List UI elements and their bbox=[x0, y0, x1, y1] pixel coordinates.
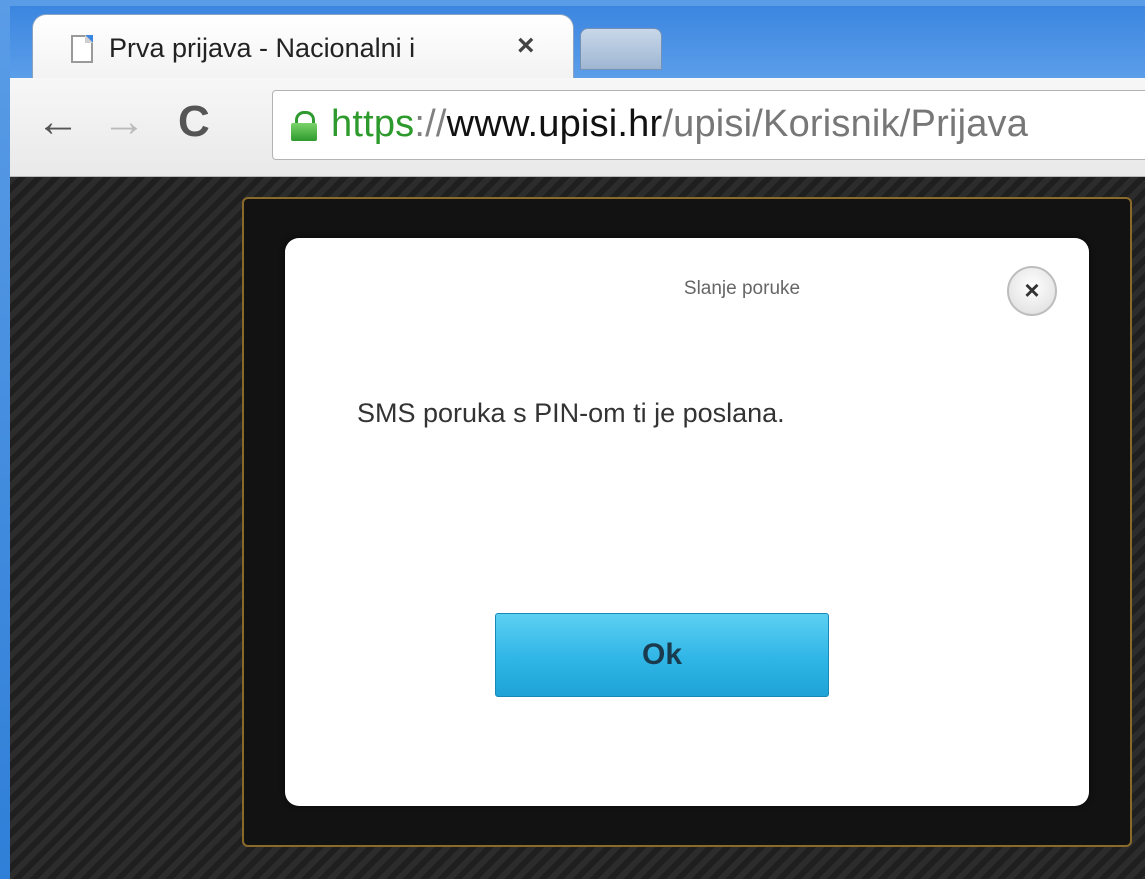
message-dialog: Slanje poruke × SMS poruka s PIN-om ti j… bbox=[285, 238, 1089, 806]
url-separator: :// bbox=[414, 103, 447, 145]
url-scheme: https bbox=[331, 103, 415, 145]
page-content: Slanje poruke × SMS poruka s PIN-om ti j… bbox=[10, 177, 1145, 879]
page-icon bbox=[71, 35, 93, 63]
url-path: /upisi/Korisnik/Prijava bbox=[662, 103, 1029, 145]
back-arrow-icon[interactable]: ← bbox=[36, 100, 80, 144]
lock-icon bbox=[291, 111, 317, 141]
url-host: www.upisi.hr bbox=[446, 103, 663, 145]
dialog-message: SMS poruka s PIN-om ti je poslana. bbox=[357, 398, 785, 428]
tab-title: Prva prijava - Nacionalni i bbox=[109, 33, 416, 63]
lock-body bbox=[291, 123, 317, 141]
close-icon[interactable]: × bbox=[1007, 266, 1057, 316]
reload-icon[interactable]: C bbox=[178, 100, 210, 144]
tab-active[interactable]: Prva prijava - Nacionalni i × bbox=[32, 14, 574, 83]
dialog-title: Slanje poruke bbox=[683, 278, 801, 299]
forward-arrow-icon[interactable]: → bbox=[102, 100, 146, 144]
address-bar[interactable]: https://www.upisi.hr/upisi/Korisnik/Prij… bbox=[272, 90, 1145, 160]
browser-toolbar: ← → C https://www.upisi.hr/upisi/Korisni… bbox=[10, 78, 1145, 177]
tab-close-icon[interactable]: × bbox=[517, 29, 535, 63]
new-tab-button[interactable] bbox=[580, 28, 662, 70]
browser-window: Prva prijava - Nacionalni i × ← → C http… bbox=[0, 0, 1145, 879]
url-text[interactable]: https://www.upisi.hr/upisi/Korisnik/Prij… bbox=[331, 103, 1028, 146]
ok-button[interactable]: Ok bbox=[495, 613, 829, 697]
tab-strip: Prva prijava - Nacionalni i × bbox=[10, 6, 1145, 83]
